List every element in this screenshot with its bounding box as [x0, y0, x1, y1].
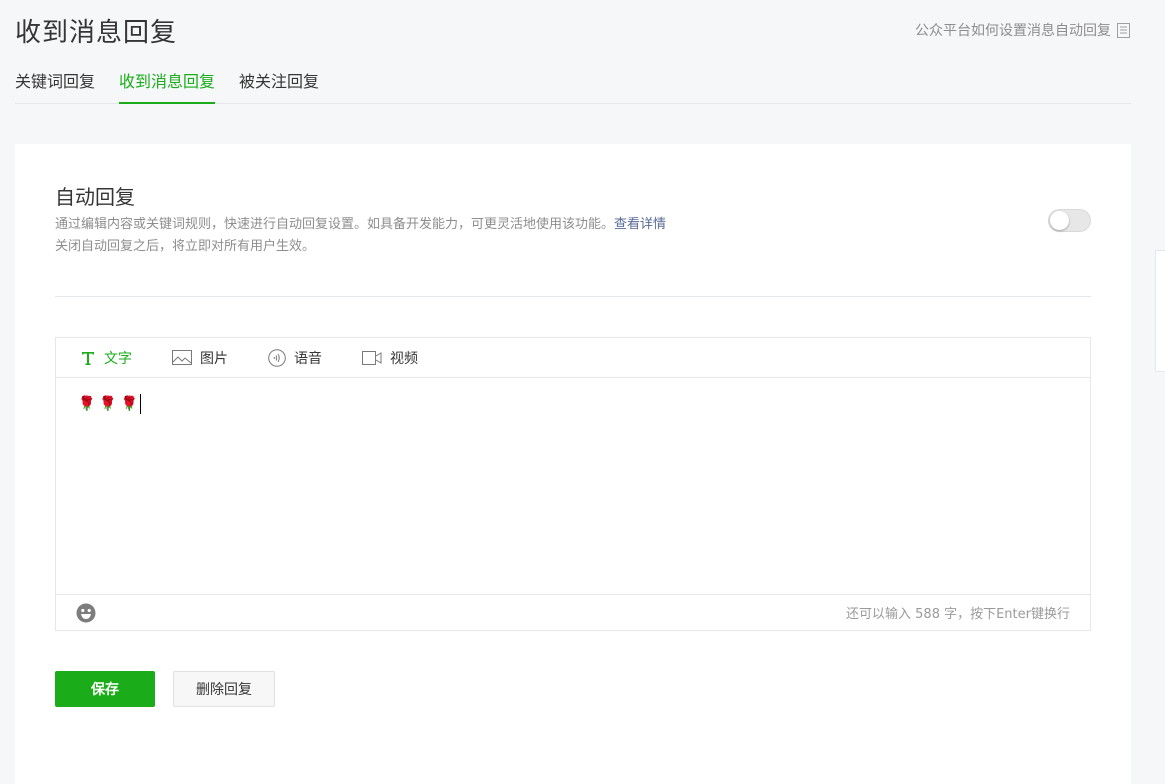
- editor-footer: 还可以输入 588 字，按下Enter键换行: [56, 594, 1090, 630]
- document-icon: [1117, 22, 1130, 38]
- tab-keyword-reply[interactable]: 关键词回复: [15, 68, 95, 104]
- tab-image[interactable]: 图片: [172, 348, 228, 368]
- page-title: 收到消息回复: [15, 18, 178, 48]
- help-link[interactable]: 公众平台如何设置消息自动回复: [915, 20, 1130, 40]
- tab-text[interactable]: 文字: [80, 348, 132, 368]
- reply-editor: 文字 图片 语音 视频 🌹🌹🌹 还可以输入 588 字，按下Enter键换行: [55, 337, 1091, 631]
- tab-follow-reply[interactable]: 被关注回复: [239, 68, 319, 104]
- editor-type-tabs: 文字 图片 语音 视频: [56, 338, 1090, 378]
- side-panel-edge: [1155, 250, 1165, 372]
- reply-tabs: 关键词回复 收到消息回复 被关注回复: [15, 68, 1131, 104]
- toggle-knob: [1050, 211, 1069, 230]
- delete-reply-button[interactable]: 删除回复: [173, 671, 275, 707]
- help-link-label: 公众平台如何设置消息自动回复: [915, 23, 1111, 39]
- tab-video[interactable]: 视频: [362, 348, 418, 368]
- reply-text-area[interactable]: 🌹🌹🌹: [56, 378, 1090, 594]
- text-icon: [80, 351, 96, 365]
- description-note: 关闭自动回复之后，将立即对所有用户生效。: [55, 239, 316, 254]
- char-count-tip: 还可以输入 588 字，按下Enter键换行: [846, 607, 1070, 622]
- video-icon: [362, 350, 382, 365]
- reply-content: 🌹🌹🌹: [78, 396, 143, 412]
- section-title: 自动回复: [55, 185, 135, 209]
- section-description: 通过编辑内容或关键词规则，快速进行自动回复设置。如具备开发能力，可更灵活地使用该…: [55, 214, 666, 258]
- tab-message-reply[interactable]: 收到消息回复: [119, 68, 216, 104]
- tab-voice-label: 语音: [294, 350, 322, 367]
- auto-reply-toggle[interactable]: [1048, 209, 1091, 232]
- view-details-link[interactable]: 查看详情: [614, 217, 666, 232]
- text-caret: [140, 394, 142, 414]
- tab-image-label: 图片: [200, 350, 228, 367]
- image-icon: [172, 350, 192, 365]
- reply-settings-card: 自动回复 通过编辑内容或关键词规则，快速进行自动回复设置。如具备开发能力，可更灵…: [15, 144, 1131, 784]
- save-button[interactable]: 保存: [55, 671, 155, 707]
- divider: [55, 296, 1091, 297]
- tab-video-label: 视频: [390, 350, 418, 367]
- voice-icon: [268, 348, 286, 367]
- tab-voice[interactable]: 语音: [268, 348, 322, 368]
- emoji-icon[interactable]: [76, 603, 96, 623]
- description-text: 通过编辑内容或关键词规则，快速进行自动回复设置。如具备开发能力，可更灵活地使用该…: [55, 217, 615, 232]
- tab-text-label: 文字: [104, 350, 132, 367]
